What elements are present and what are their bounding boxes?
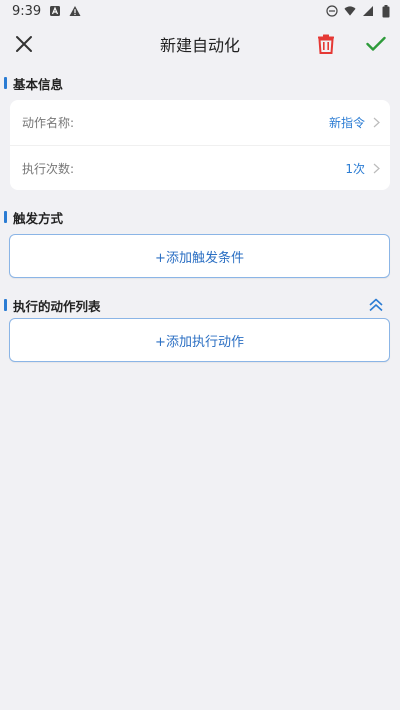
execute-count-label: 执行次数:: [22, 161, 75, 176]
battery-icon: [380, 4, 392, 17]
action-name-row[interactable]: 动作名称: 新指令: [10, 100, 390, 145]
execute-count-row[interactable]: 执行次数: 1次: [10, 145, 390, 190]
action-name-value: 新指令: [328, 116, 365, 130]
trigger-title: 触发方式: [13, 210, 64, 226]
section-accent-bar: [4, 77, 7, 89]
trigger-header: 触发方式: [0, 206, 400, 228]
actions-title: 执行的动作列表: [13, 298, 101, 314]
add-trigger-button[interactable]: +添加触发条件: [9, 234, 390, 278]
section-accent-bar: [4, 211, 7, 223]
app-bar: 新建自动化: [0, 22, 400, 66]
status-bar: 9:39: [0, 0, 400, 22]
section-accent-bar: [4, 299, 7, 311]
basic-info-title: 基本信息: [13, 76, 64, 92]
action-name-label: 动作名称:: [22, 116, 75, 130]
chevron-right-icon: [373, 159, 380, 178]
close-icon[interactable]: [10, 30, 38, 58]
add-action-button[interactable]: +添加执行动作: [9, 318, 390, 362]
actions-header: 执行的动作列表: [0, 294, 400, 316]
double-chevron-up-icon[interactable]: [366, 295, 386, 315]
signal-icon: [362, 5, 374, 17]
trash-icon[interactable]: [312, 30, 340, 58]
chevron-right-icon: [373, 113, 380, 132]
wifi-icon: [344, 5, 356, 17]
warning-icon: [69, 5, 81, 17]
basic-info-header: 基本信息: [0, 72, 400, 94]
notification-app-icon: [49, 5, 61, 17]
status-time: 9:39: [12, 3, 42, 19]
do-not-disturb-icon: [326, 5, 338, 17]
check-icon[interactable]: [362, 30, 390, 58]
basic-info-card: 动作名称: 新指令 执行次数: 1次: [10, 100, 390, 190]
execute-count-value: 1次: [345, 161, 365, 176]
